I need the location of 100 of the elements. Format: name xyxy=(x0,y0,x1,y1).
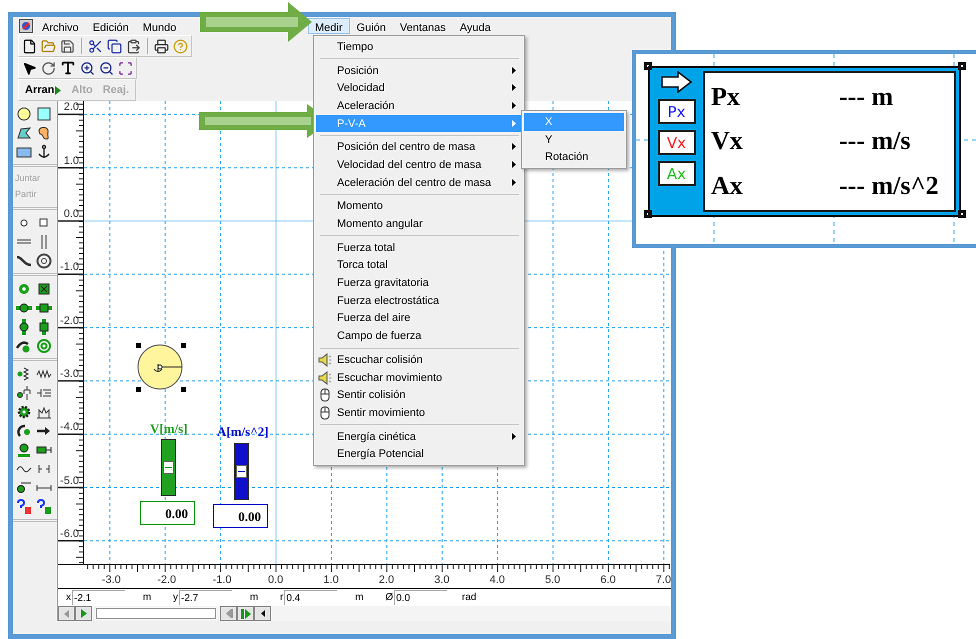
question-mark-icon[interactable] xyxy=(36,498,52,514)
circle-tool-icon[interactable] xyxy=(16,106,32,122)
selection-handle[interactable] xyxy=(136,343,141,348)
menu-item[interactable]: Velocidad xyxy=(316,79,522,98)
menu-item[interactable]: Ventanas xyxy=(392,18,453,34)
axis-label: -4.0 xyxy=(60,421,79,434)
submenu-arrow-icon xyxy=(512,143,516,150)
menu-item[interactable]: Momento xyxy=(316,198,522,216)
coordinate-field[interactable]: 0.4 xyxy=(284,590,338,606)
menu-item[interactable]: Campo de fuerza xyxy=(316,327,522,345)
selection-handle[interactable] xyxy=(958,210,966,218)
menu-item[interactable]: Sentir movimiento xyxy=(316,404,522,422)
question-mark-icon[interactable] xyxy=(16,498,32,514)
rotate-icon[interactable] xyxy=(41,60,56,76)
square-joint-icon[interactable] xyxy=(36,280,52,296)
zoom-fit-icon[interactable] xyxy=(118,60,133,76)
menu-item[interactable]: Momento angular xyxy=(316,215,522,233)
paste-icon[interactable] xyxy=(126,38,141,54)
menu-item[interactable]: Mundo xyxy=(136,18,184,34)
cut-icon[interactable] xyxy=(88,38,103,54)
text-tool-icon[interactable] xyxy=(60,60,76,76)
meter-panel[interactable]: Px Vx Ax Px --- m Vx --- m/s Ax --- m/s^2 xyxy=(648,66,961,217)
zoom-out-icon[interactable] xyxy=(99,60,114,76)
menu-item[interactable]: Torca total xyxy=(316,256,522,274)
copy-icon[interactable] xyxy=(107,38,122,54)
axis-label: -6.0 xyxy=(60,528,79,540)
coordinate-field[interactable]: -2.1 xyxy=(72,590,125,606)
menu-item[interactable]: Escuchar movimiento xyxy=(316,368,522,386)
menu-item[interactable]: Archivo xyxy=(35,18,86,34)
submenu-arrow-icon xyxy=(512,432,516,440)
menu-item[interactable]: Escuchar colisión xyxy=(316,351,522,369)
menu-item[interactable]: Posición del centro de masa xyxy=(316,138,522,156)
coordinate-label: x xyxy=(66,592,71,604)
menu-item[interactable]: Energía cinética xyxy=(316,428,522,446)
meter-thumb[interactable] xyxy=(236,464,247,478)
unit-label: m xyxy=(248,592,260,604)
pointer-icon[interactable] xyxy=(22,60,37,76)
menu-item[interactable]: Fuerza del aire xyxy=(316,310,522,328)
ring-icon[interactable] xyxy=(36,252,52,268)
step-back-button[interactable] xyxy=(220,606,237,621)
quantity-value: --- m/s xyxy=(839,126,910,156)
square-tool-icon[interactable] xyxy=(36,106,52,122)
coordinate-field[interactable]: -2.7 xyxy=(179,590,232,606)
menu-item[interactable]: Velocidad del centro de masa xyxy=(316,156,522,174)
pin-icon[interactable] xyxy=(16,480,32,496)
menu-item[interactable]: Rotación xyxy=(524,148,624,166)
new-file-icon[interactable] xyxy=(22,38,37,54)
scroll-left-button[interactable] xyxy=(254,606,271,621)
rotation-arrow-icon[interactable] xyxy=(16,422,32,438)
zoom-in-icon[interactable] xyxy=(80,60,95,76)
menu-item[interactable]: Ayuda xyxy=(452,18,498,34)
selection-handle[interactable] xyxy=(136,387,141,392)
menu-item[interactable]: Aceleración del centro de masa xyxy=(316,174,522,192)
anchor-icon[interactable] xyxy=(36,144,52,160)
mouse-icon xyxy=(318,388,332,402)
gear-icon[interactable] xyxy=(16,404,32,420)
meter-toggle[interactable]: Vx xyxy=(658,130,696,155)
menu-item[interactable]: Sentir colisión xyxy=(316,386,522,404)
play-button[interactable] xyxy=(75,606,92,621)
axis-label: 4.0 xyxy=(490,574,505,586)
damper-icon[interactable] xyxy=(16,384,32,400)
arrow-icon[interactable] xyxy=(660,71,692,93)
quantity-name: Ax xyxy=(711,170,744,201)
left-triangle-icon xyxy=(64,610,69,618)
print-icon[interactable] xyxy=(154,38,169,54)
meter-thumb[interactable] xyxy=(163,460,174,474)
submenu-arrow-icon xyxy=(512,102,516,110)
selection-handle[interactable] xyxy=(181,387,186,392)
menu-item[interactable]: Fuerza electrostática xyxy=(316,292,522,310)
axis-label: 5.0 xyxy=(545,574,560,586)
circle-body[interactable] xyxy=(137,344,183,390)
run-control[interactable]: Arran xyxy=(22,81,64,99)
rewind-button[interactable] xyxy=(58,606,75,621)
selection-handle[interactable] xyxy=(181,343,186,348)
menu-item[interactable]: Y xyxy=(524,130,624,148)
axis-label: -2.0 xyxy=(60,314,79,327)
save-icon[interactable] xyxy=(60,38,75,54)
menu-item[interactable]: Posición xyxy=(316,62,522,80)
selection-handle[interactable] xyxy=(644,62,652,70)
speaker-icon xyxy=(318,353,332,367)
meter-toggle[interactable]: Px xyxy=(658,99,696,124)
menu-item[interactable]: Medir xyxy=(308,18,350,34)
coordinate-field[interactable]: 0.0 xyxy=(394,590,448,606)
speaker-icon xyxy=(318,370,332,385)
axis-label: 6.0 xyxy=(600,574,616,586)
timeline-bar[interactable] xyxy=(96,608,216,619)
selection-handle[interactable] xyxy=(644,210,652,218)
submenu-arrow-icon xyxy=(512,161,516,168)
menu-item[interactable]: Tiempo xyxy=(316,38,522,56)
axis-label: 0.0 xyxy=(268,574,284,586)
menu-item[interactable]: Fuerza gravitatoria xyxy=(316,274,522,292)
menu-item[interactable]: Aceleración xyxy=(316,97,522,115)
polygon-tool-icon[interactable] xyxy=(16,124,32,140)
app-icon[interactable] xyxy=(19,19,33,33)
selection-handle[interactable] xyxy=(958,62,966,70)
menu-item[interactable]: Guión xyxy=(350,18,393,34)
menu-item[interactable]: Fuerza total xyxy=(316,238,522,257)
menu-item[interactable]: Edición xyxy=(86,18,136,34)
quantity-value: --- m xyxy=(839,82,894,112)
menu-item[interactable]: Energía Potencial xyxy=(316,445,522,464)
